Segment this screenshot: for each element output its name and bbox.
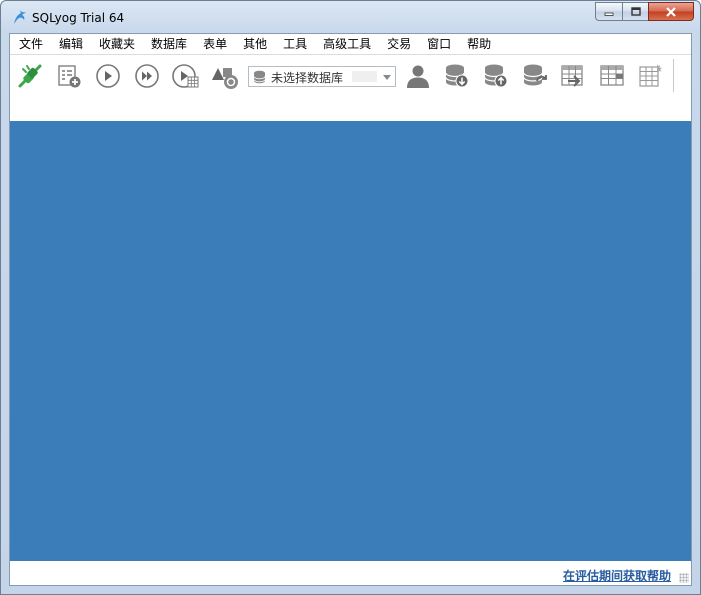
resize-grip[interactable] — [679, 573, 689, 583]
execute-edit-button[interactable] — [171, 61, 201, 91]
connect-button[interactable] — [15, 61, 45, 91]
minimize-icon — [604, 12, 614, 16]
database-select-value: 未选择数据库 — [271, 71, 344, 85]
close-button[interactable] — [648, 2, 694, 21]
menu-table[interactable]: 表单 — [195, 34, 235, 54]
chevron-down-icon — [383, 75, 391, 80]
menu-transaction[interactable]: 交易 — [379, 34, 419, 54]
toolbar: 未选择数据库 — [10, 55, 691, 121]
database-select[interactable]: 未选择数据库 — [248, 66, 396, 87]
import-table-icon — [561, 65, 583, 87]
minimize-button[interactable] — [595, 2, 622, 21]
maximize-icon — [630, 7, 641, 16]
menu-advanced-tools[interactable]: 高级工具 — [315, 34, 379, 54]
backup-db-icon — [445, 64, 469, 88]
menu-file[interactable]: 文件 — [10, 34, 51, 54]
schema-designer-button[interactable] — [210, 61, 240, 91]
close-icon — [666, 6, 676, 17]
database-sync-button[interactable] — [520, 61, 550, 91]
export-table-icon — [600, 65, 624, 86]
main-workspace[interactable] — [10, 121, 691, 561]
new-query-button[interactable] — [54, 61, 84, 91]
client-area: 文件 编辑 收藏夹 数据库 表单 其他 工具 高级工具 交易 窗口 帮助 未选择… — [9, 33, 692, 586]
toolbar-separator — [673, 59, 674, 92]
export-table-button[interactable] — [598, 61, 628, 91]
menu-bar: 文件 编辑 收藏夹 数据库 表单 其他 工具 高级工具 交易 窗口 帮助 — [10, 34, 691, 55]
menu-edit[interactable]: 编辑 — [51, 34, 91, 54]
user-manager-icon — [407, 65, 429, 88]
menu-help[interactable]: 帮助 — [459, 34, 499, 54]
database-icon — [253, 70, 266, 84]
user-manager-button[interactable] — [403, 61, 433, 91]
restore-db-button[interactable] — [481, 61, 511, 91]
menu-tools[interactable]: 工具 — [275, 34, 315, 54]
execute-edit-icon — [172, 64, 199, 88]
database-select-shade — [352, 71, 377, 82]
table-data-icon — [639, 64, 662, 87]
execute-all-icon — [135, 64, 159, 88]
menu-database[interactable]: 数据库 — [143, 34, 195, 54]
database-sync-icon — [523, 64, 547, 86]
maximize-button[interactable] — [622, 2, 648, 21]
title-bar[interactable]: SQLyog Trial 64 — [1, 1, 700, 33]
execute-button[interactable] — [93, 61, 123, 91]
new-query-icon — [58, 65, 81, 88]
menu-favorites[interactable]: 收藏夹 — [91, 34, 143, 54]
connect-icon — [18, 64, 42, 88]
window-title: SQLyog Trial 64 — [32, 11, 125, 25]
import-table-button[interactable] — [559, 61, 589, 91]
execute-all-button[interactable] — [132, 61, 162, 91]
dolphin-icon — [14, 10, 26, 24]
help-link[interactable]: 在评估期间获取帮助 — [563, 567, 671, 584]
backup-db-button[interactable] — [442, 61, 472, 91]
app-window: SQLyog Trial 64 文件 编辑 收藏夹 数据库 表单 其他 工具 高… — [0, 0, 701, 595]
menu-window[interactable]: 窗口 — [419, 34, 459, 54]
status-bar: 在评估期间获取帮助 — [10, 561, 691, 585]
table-data-button[interactable] — [637, 61, 667, 91]
menu-other[interactable]: 其他 — [235, 34, 275, 54]
restore-db-icon — [484, 64, 508, 88]
schema-designer-icon — [212, 68, 238, 89]
execute-icon — [96, 64, 120, 88]
